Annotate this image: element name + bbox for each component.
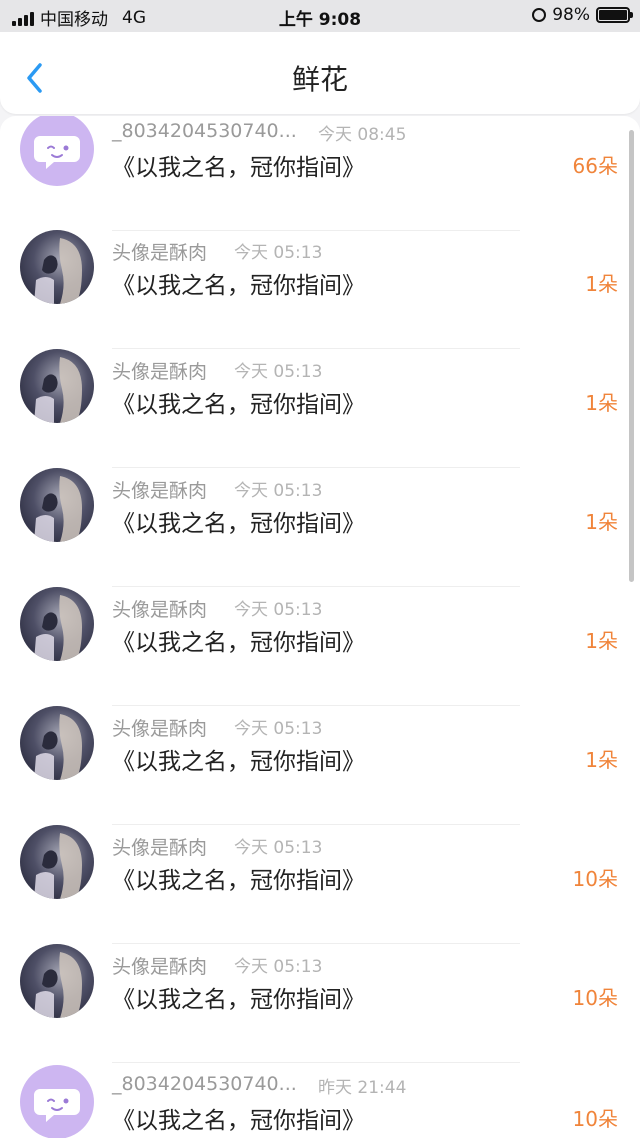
sender-name: _8034204530740... bbox=[112, 120, 297, 142]
battery-percent: 98% bbox=[552, 5, 590, 25]
scrollbar[interactable] bbox=[629, 130, 634, 582]
message-text: 《以我之名，冠你指间》 bbox=[112, 1108, 365, 1134]
sender-name: 头像是酥肉 bbox=[112, 361, 208, 383]
flower-count: 10朵 bbox=[572, 986, 618, 1010]
alarm-icon bbox=[532, 8, 547, 22]
list-item[interactable]: 头像是酥肉 今天 05:13 《以我之名，冠你指间》 1朵 bbox=[0, 468, 640, 587]
user-photo-icon bbox=[34, 595, 82, 661]
status-bar: 中国移动 4G 上午 9:08 98% bbox=[0, 0, 640, 32]
timestamp: 昨天 21:44 bbox=[318, 1078, 407, 1098]
sender-name: 头像是酥肉 bbox=[112, 599, 208, 621]
user-photo-icon bbox=[34, 714, 82, 780]
sender-name: 头像是酥肉 bbox=[112, 242, 208, 264]
list-item[interactable]: 头像是酥肉 今天 05:13 《以我之名，冠你指间》 10朵 bbox=[0, 944, 640, 1063]
list-item[interactable]: _8034204530740... 今天 08:45 《以我之名，冠你指间》 66朵 bbox=[0, 116, 640, 231]
list-item[interactable]: 头像是酥肉 今天 05:13 《以我之名，冠你指间》 1朵 bbox=[0, 349, 640, 468]
battery-icon bbox=[596, 7, 633, 23]
message-text: 《以我之名，冠你指间》 bbox=[112, 273, 365, 299]
nav-bar: 鲜花 bbox=[0, 32, 640, 114]
flower-count: 10朵 bbox=[572, 1107, 618, 1131]
flower-count: 1朵 bbox=[585, 391, 618, 415]
list-item[interactable]: 头像是酥肉 今天 05:13 《以我之名，冠你指间》 1朵 bbox=[0, 587, 640, 706]
avatar[interactable] bbox=[20, 230, 94, 304]
timestamp: 今天 05:13 bbox=[234, 243, 323, 263]
flower-count: 1朵 bbox=[585, 510, 618, 534]
timestamp: 今天 05:13 bbox=[234, 957, 323, 977]
message-text: 《以我之名，冠你指间》 bbox=[112, 511, 365, 537]
divider bbox=[112, 1062, 520, 1063]
user-photo-icon bbox=[34, 357, 82, 423]
avatar[interactable] bbox=[20, 825, 94, 899]
sender-name: 头像是酥肉 bbox=[112, 718, 208, 740]
list-item[interactable]: 头像是酥肉 今天 05:13 《以我之名，冠你指间》 1朵 bbox=[0, 230, 640, 349]
list-item[interactable]: 头像是酥肉 今天 05:13 《以我之名，冠你指间》 1朵 bbox=[0, 706, 640, 825]
message-text: 《以我之名，冠你指间》 bbox=[112, 987, 365, 1013]
sender-name: _8034204530740... bbox=[112, 1073, 297, 1095]
user-photo-icon bbox=[34, 476, 82, 542]
message-text: 《以我之名，冠你指间》 bbox=[112, 868, 365, 894]
user-photo-icon bbox=[34, 238, 82, 304]
flower-count: 1朵 bbox=[585, 629, 618, 653]
message-text: 《以我之名，冠你指间》 bbox=[112, 749, 365, 775]
flower-list: _8034204530740... 今天 08:45 《以我之名，冠你指间》 66朵头… bbox=[0, 116, 640, 1138]
avatar[interactable] bbox=[20, 349, 94, 423]
page-title: 鲜花 bbox=[291, 63, 348, 96]
flower-count: 1朵 bbox=[585, 748, 618, 772]
timestamp: 今天 05:13 bbox=[234, 600, 323, 620]
sender-name: 头像是酥肉 bbox=[112, 480, 208, 502]
list-item[interactable]: _8034204530740... 昨天 21:44 《以我之名，冠你指间》 10朵 bbox=[0, 1065, 640, 1138]
flower-count: 1朵 bbox=[585, 272, 618, 296]
list-item[interactable]: 头像是酥肉 今天 05:13 《以我之名，冠你指间》 10朵 bbox=[0, 825, 640, 944]
chat-bubble-icon bbox=[34, 1089, 80, 1122]
avatar[interactable] bbox=[20, 706, 94, 780]
timestamp: 今天 05:13 bbox=[234, 362, 323, 382]
avatar[interactable] bbox=[20, 587, 94, 661]
sender-name: 头像是酥肉 bbox=[112, 837, 208, 859]
avatar[interactable] bbox=[20, 944, 94, 1018]
flower-count: 66朵 bbox=[572, 154, 618, 178]
timestamp: 今天 08:45 bbox=[318, 125, 407, 145]
flower-count: 10朵 bbox=[572, 867, 618, 891]
avatar[interactable] bbox=[20, 116, 94, 186]
timestamp: 今天 05:13 bbox=[234, 838, 323, 858]
sender-name: 头像是酥肉 bbox=[112, 956, 208, 978]
timestamp: 今天 05:13 bbox=[234, 481, 323, 501]
user-photo-icon bbox=[34, 952, 82, 1018]
avatar[interactable] bbox=[20, 468, 94, 542]
message-text: 《以我之名，冠你指间》 bbox=[112, 155, 365, 181]
timestamp: 今天 05:13 bbox=[234, 719, 323, 739]
status-right: 98% bbox=[532, 5, 633, 25]
message-text: 《以我之名，冠你指间》 bbox=[112, 630, 365, 656]
chat-bubble-icon bbox=[34, 136, 80, 169]
message-text: 《以我之名，冠你指间》 bbox=[112, 392, 365, 418]
avatar[interactable] bbox=[20, 1065, 94, 1138]
user-photo-icon bbox=[34, 833, 82, 899]
